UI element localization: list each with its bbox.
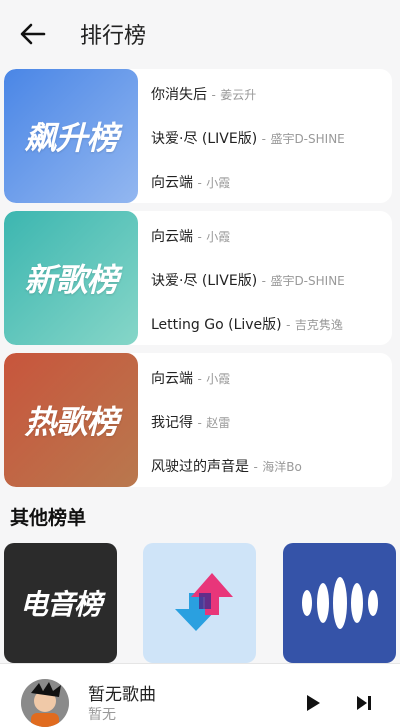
song-artist: 小霞	[206, 372, 231, 386]
song-artist: 赵雷	[206, 416, 231, 430]
sound-wave-icon	[302, 577, 378, 629]
album-art[interactable]	[21, 679, 69, 727]
separator: -	[197, 372, 202, 386]
song-row[interactable]: 诀爱·尽 (LIVE版) - 盛宇D-SHINE	[151, 269, 345, 293]
section-title-other: 其他榜单	[10, 507, 87, 529]
song-name: Letting Go (Live版)	[151, 317, 282, 333]
song-name: 诀爱·尽 (LIVE版)	[151, 131, 258, 147]
song-name: 向云端	[151, 175, 193, 191]
cover-title: 热歌榜	[24, 403, 118, 441]
separator: -	[261, 132, 266, 146]
song-name: 我记得	[151, 415, 193, 431]
song-artist: 盛宇D-SHINE	[270, 132, 345, 146]
chart-card-surge[interactable]: 飙升榜 你消失后 - 姜云升 诀爱·尽 (LIVE版) - 盛宇D-SHINE …	[4, 69, 392, 203]
separator: -	[197, 230, 202, 244]
separator: -	[197, 416, 202, 430]
song-name: 向云端	[151, 229, 193, 245]
song-row[interactable]: 向云端 - 小霞	[151, 225, 230, 249]
chart-card-hot[interactable]: 热歌榜 向云端 - 小霞 我记得 - 赵雷 风驶过的声音是 - 海洋Bo	[4, 353, 392, 487]
separator: -	[253, 460, 258, 474]
page-title: 排行榜	[80, 24, 147, 49]
now-playing-title: 暂无歌曲	[88, 685, 156, 705]
song-artist: 姜云升	[220, 88, 257, 102]
separator: -	[261, 274, 266, 288]
chart-tile-wave[interactable]	[283, 543, 396, 663]
chart-tile-electronic[interactable]: 电音榜	[4, 543, 117, 663]
separator: -	[286, 318, 291, 332]
song-name: 你消失后	[151, 87, 207, 103]
song-name: 诀爱·尽 (LIVE版)	[151, 273, 258, 289]
song-row[interactable]: Letting Go (Live版) - 吉克隽逸	[151, 313, 343, 337]
song-artist: 海洋Bo	[262, 460, 302, 474]
separator: -	[197, 176, 202, 190]
tile-title: 电音榜	[19, 588, 102, 621]
up-down-arrows-icon	[175, 573, 233, 631]
separator: -	[211, 88, 216, 102]
mini-player[interactable]: 暂无歌曲 暂无	[0, 663, 400, 727]
song-artist: 小霞	[206, 176, 231, 190]
song-name: 风驶过的声音是	[151, 459, 249, 475]
chart-cover-surge[interactable]: 飙升榜	[4, 69, 138, 203]
song-artist: 吉克隽逸	[294, 318, 343, 332]
song-artist: 小霞	[206, 230, 231, 244]
song-name: 向云端	[151, 371, 193, 387]
now-playing-subtitle: 暂无	[88, 707, 116, 723]
song-row[interactable]: 向云端 - 小霞	[151, 171, 230, 195]
song-row[interactable]: 向云端 - 小霞	[151, 367, 230, 391]
back-arrow-icon[interactable]	[18, 20, 48, 48]
song-artist: 盛宇D-SHINE	[270, 274, 345, 288]
chart-card-new[interactable]: 新歌榜 向云端 - 小霞 诀爱·尽 (LIVE版) - 盛宇D-SHINE Le…	[4, 211, 392, 345]
song-row[interactable]: 你消失后 - 姜云升	[151, 83, 256, 107]
cover-title: 飙升榜	[24, 119, 118, 157]
chart-tile-arrows[interactable]	[143, 543, 256, 663]
cover-title: 新歌榜	[24, 261, 118, 299]
song-row[interactable]: 诀爱·尽 (LIVE版) - 盛宇D-SHINE	[151, 127, 345, 151]
skip-next-icon[interactable]	[353, 692, 375, 714]
song-row[interactable]: 我记得 - 赵雷	[151, 411, 230, 435]
play-icon[interactable]	[301, 692, 323, 714]
chart-cover-hot[interactable]: 热歌榜	[4, 353, 138, 487]
chart-cover-new[interactable]: 新歌榜	[4, 211, 138, 345]
app-header: 排行榜	[0, 0, 400, 66]
song-row[interactable]: 风驶过的声音是 - 海洋Bo	[151, 455, 302, 479]
